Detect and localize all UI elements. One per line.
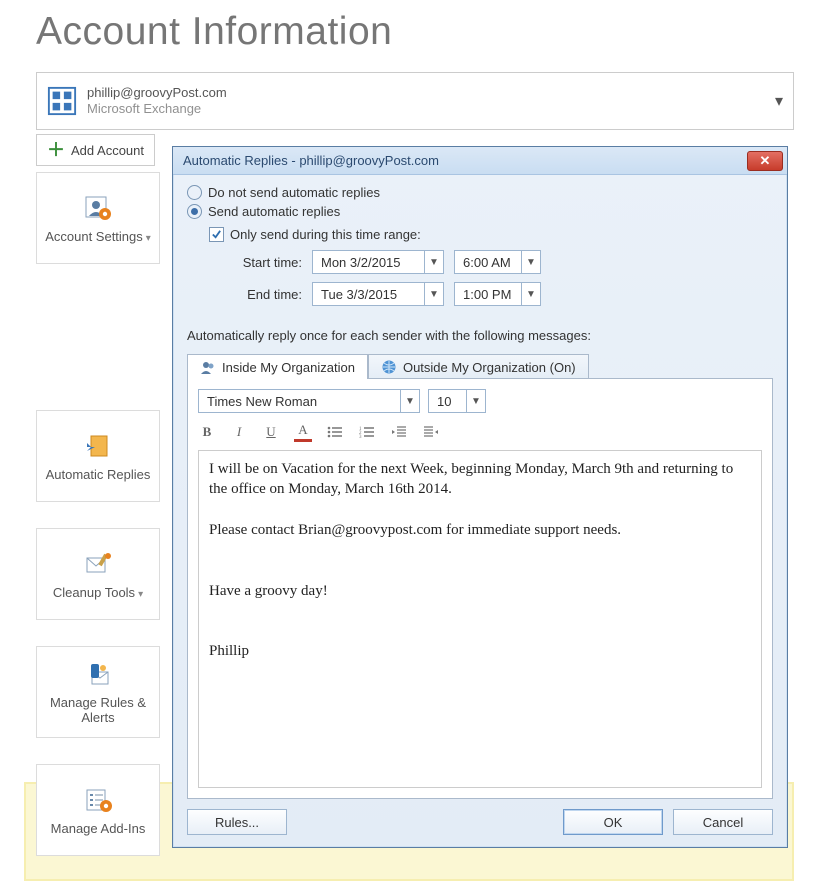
font-combo[interactable]: Times New Roman ▼ — [198, 389, 420, 413]
tab-inside-org[interactable]: Inside My Organization — [187, 354, 368, 379]
end-time-combo[interactable]: 1:00 PM ▼ — [454, 282, 541, 306]
chevron-down-icon: ▼ — [400, 390, 419, 412]
page-title: Account Information — [36, 10, 794, 54]
close-icon: ✕ — [760, 154, 771, 167]
dialog-titlebar[interactable]: Automatic Replies - phillip@groovyPost.c… — [173, 147, 787, 175]
account-settings-label: Account Settings▾ — [45, 229, 151, 244]
font-color-button[interactable]: A — [294, 421, 312, 442]
italic-button[interactable]: I — [230, 423, 248, 441]
chevron-down-icon: ▼ — [521, 251, 540, 273]
manage-addins-tile[interactable]: Manage Add-Ins — [36, 764, 160, 856]
checkbox-icon — [209, 227, 224, 242]
dialog-title: Automatic Replies - phillip@groovyPost.c… — [183, 153, 747, 168]
outdent-button[interactable] — [390, 423, 408, 441]
account-dropdown[interactable]: phillip@groovyPost.com Microsoft Exchang… — [36, 72, 794, 130]
manage-rules-tile[interactable]: Manage Rules & Alerts — [36, 646, 160, 738]
globe-icon — [381, 359, 397, 375]
start-date-combo[interactable]: Mon 3/2/2015 ▼ — [312, 250, 444, 274]
account-settings-tile[interactable]: Account Settings▾ — [36, 172, 160, 264]
tab-inside-label: Inside My Organization — [222, 360, 355, 375]
exchange-icon — [47, 86, 77, 116]
tab-outside-org[interactable]: Outside My Organization (On) — [368, 354, 589, 379]
rules-button[interactable]: Rules... — [187, 809, 287, 835]
cleanup-tools-label: Cleanup Tools▾ — [53, 585, 143, 600]
cancel-button[interactable]: Cancel — [673, 809, 773, 835]
account-email: phillip@groovyPost.com — [87, 85, 227, 101]
end-time-label: End time: — [227, 287, 302, 302]
bold-button[interactable]: B — [198, 423, 216, 441]
radio-send-label: Send automatic replies — [208, 204, 340, 219]
bullet-list-button[interactable] — [326, 423, 344, 441]
radio-do-not-send[interactable]: Do not send automatic replies — [187, 185, 773, 200]
people-icon — [200, 359, 216, 375]
chevron-down-icon: ▼ — [521, 283, 540, 305]
svg-text:3: 3 — [359, 435, 362, 439]
font-value: Times New Roman — [199, 394, 400, 409]
indent-button[interactable] — [422, 423, 440, 441]
automatic-replies-dialog: Automatic Replies - phillip@groovyPost.c… — [172, 146, 788, 848]
font-size-combo[interactable]: 10 ▼ — [428, 389, 486, 413]
plus-icon: ＋ — [47, 141, 65, 159]
tab-outside-label: Outside My Organization (On) — [403, 360, 576, 375]
end-date-value: Tue 3/3/2015 — [313, 287, 424, 302]
cleanup-tools-tile[interactable]: Cleanup Tools▾ — [36, 528, 160, 620]
chevron-down-icon: ▾ — [775, 91, 783, 111]
reply-once-label: Automatically reply once for each sender… — [187, 328, 773, 343]
close-button[interactable]: ✕ — [747, 151, 783, 171]
radio-do-not-send-label: Do not send automatic replies — [208, 185, 380, 200]
ok-button[interactable]: OK — [563, 809, 663, 835]
manage-addins-icon — [81, 785, 115, 815]
cleanup-tools-icon — [81, 549, 115, 579]
start-time-label: Start time: — [227, 255, 302, 270]
manage-rules-label: Manage Rules & Alerts — [37, 695, 159, 725]
chevron-down-icon: ▼ — [466, 390, 485, 412]
radio-send[interactable]: Send automatic replies — [187, 204, 773, 219]
chevron-down-icon: ▼ — [424, 283, 443, 305]
checkbox-only-range[interactable]: Only send during this time range: — [209, 227, 773, 242]
end-date-combo[interactable]: Tue 3/3/2015 ▼ — [312, 282, 444, 306]
automatic-replies-icon — [81, 431, 115, 461]
chevron-down-icon: ▼ — [424, 251, 443, 273]
add-account-label: Add Account — [71, 143, 144, 158]
start-time-value: 6:00 AM — [455, 255, 521, 270]
start-date-value: Mon 3/2/2015 — [313, 255, 424, 270]
automatic-replies-tile[interactable]: Automatic Replies — [36, 410, 160, 502]
automatic-replies-label: Automatic Replies — [46, 467, 151, 482]
account-type: Microsoft Exchange — [87, 101, 227, 117]
end-time-value: 1:00 PM — [455, 287, 521, 302]
add-account-button[interactable]: ＋ Add Account — [36, 134, 155, 166]
checkbox-only-range-label: Only send during this time range: — [230, 227, 421, 242]
radio-icon — [187, 185, 202, 200]
radio-icon — [187, 204, 202, 219]
message-textarea[interactable]: I will be on Vacation for the next Week,… — [198, 450, 762, 788]
font-size-value: 10 — [429, 394, 466, 409]
number-list-button[interactable]: 123 — [358, 423, 376, 441]
account-settings-icon — [81, 193, 115, 223]
start-time-combo[interactable]: 6:00 AM ▼ — [454, 250, 541, 274]
manage-addins-label: Manage Add-Ins — [51, 821, 146, 836]
underline-button[interactable]: U — [262, 423, 280, 441]
manage-rules-icon — [81, 659, 115, 689]
